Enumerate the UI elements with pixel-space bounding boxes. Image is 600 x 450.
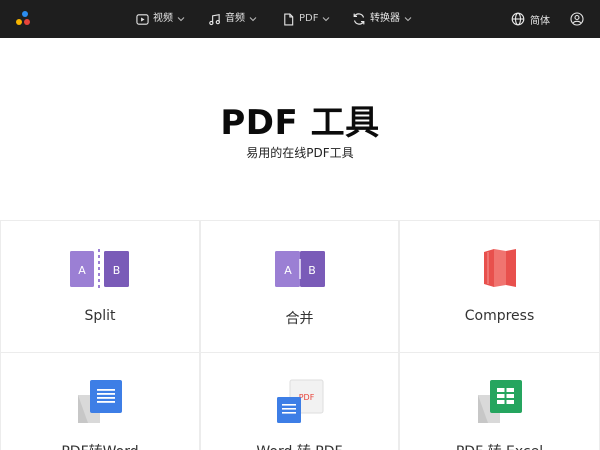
tool-card-compress[interactable]: Compress: [400, 221, 599, 352]
brand-logo[interactable]: [16, 11, 34, 27]
icon-letter-a: A: [284, 264, 292, 277]
globe-icon: [511, 12, 525, 26]
nav-item-converter[interactable]: 转换器: [352, 0, 412, 38]
tools-grid: A B Split A B 合并 Compress PDF: [0, 220, 600, 450]
tool-label: Split: [84, 308, 116, 324]
account-button[interactable]: [570, 0, 584, 38]
tool-label: Word 转 PDF: [201, 441, 398, 450]
tool-label: PDF 转 Excel: [400, 441, 599, 450]
icon-text-pdf: PDF: [298, 393, 314, 402]
word-to-pdf-icon: PDF: [276, 379, 323, 423]
nav-item-label: 视频: [153, 13, 173, 24]
chevron-down-icon: [404, 17, 412, 22]
icon-letter-b: B: [113, 264, 121, 277]
tool-label: 合并: [285, 311, 314, 327]
page-subtitle: 易用的在线PDF工具: [246, 146, 354, 160]
language-label: 简体: [530, 15, 550, 27]
chevron-down-icon: [249, 17, 257, 22]
chevron-down-icon: [177, 17, 185, 22]
icon-letter-b: B: [308, 264, 316, 277]
merge-pdf-icon: A B: [274, 251, 325, 287]
nav-item-pdf[interactable]: PDF: [282, 0, 330, 38]
chevron-down-icon: [323, 17, 330, 22]
nav-item-label: 转换器: [370, 13, 400, 24]
tool-card-pdf-to-word[interactable]: PDF转Word: [1, 353, 199, 450]
compress-pdf-icon: [483, 249, 516, 287]
tool-card-merge[interactable]: A B 合并: [201, 221, 398, 352]
nav-item-label: PDF: [299, 13, 319, 24]
tool-label: Compress: [464, 308, 535, 324]
pdf-to-excel-icon: [477, 380, 522, 423]
hero-section: PDF 工具 易用的在线PDF工具: [0, 38, 600, 220]
tool-card-word-to-pdf[interactable]: PDF Word 转 PDF: [201, 353, 398, 450]
nav-item-label: 音频: [225, 13, 245, 24]
top-nav: 视频 音频 PDF 转换器 简体: [0, 0, 600, 38]
language-selector[interactable]: 简体: [511, 0, 550, 38]
split-pdf-icon: A B: [70, 249, 129, 289]
nav-item-video[interactable]: 视频: [136, 0, 185, 38]
user-icon: [570, 12, 584, 26]
video-icon: [136, 13, 149, 25]
icon-letter-a: A: [78, 264, 86, 277]
pdf-to-word-icon: [78, 380, 122, 423]
nav-item-audio[interactable]: 音频: [208, 0, 257, 38]
tool-card-pdf-to-excel[interactable]: PDF 转 Excel: [400, 353, 599, 450]
page-title: PDF 工具: [220, 103, 380, 143]
music-note-icon: [209, 13, 220, 25]
document-icon: [284, 13, 294, 25]
convert-icon: [353, 13, 365, 25]
tool-card-split[interactable]: A B Split: [1, 221, 199, 352]
tool-label: PDF转Word: [1, 441, 199, 450]
